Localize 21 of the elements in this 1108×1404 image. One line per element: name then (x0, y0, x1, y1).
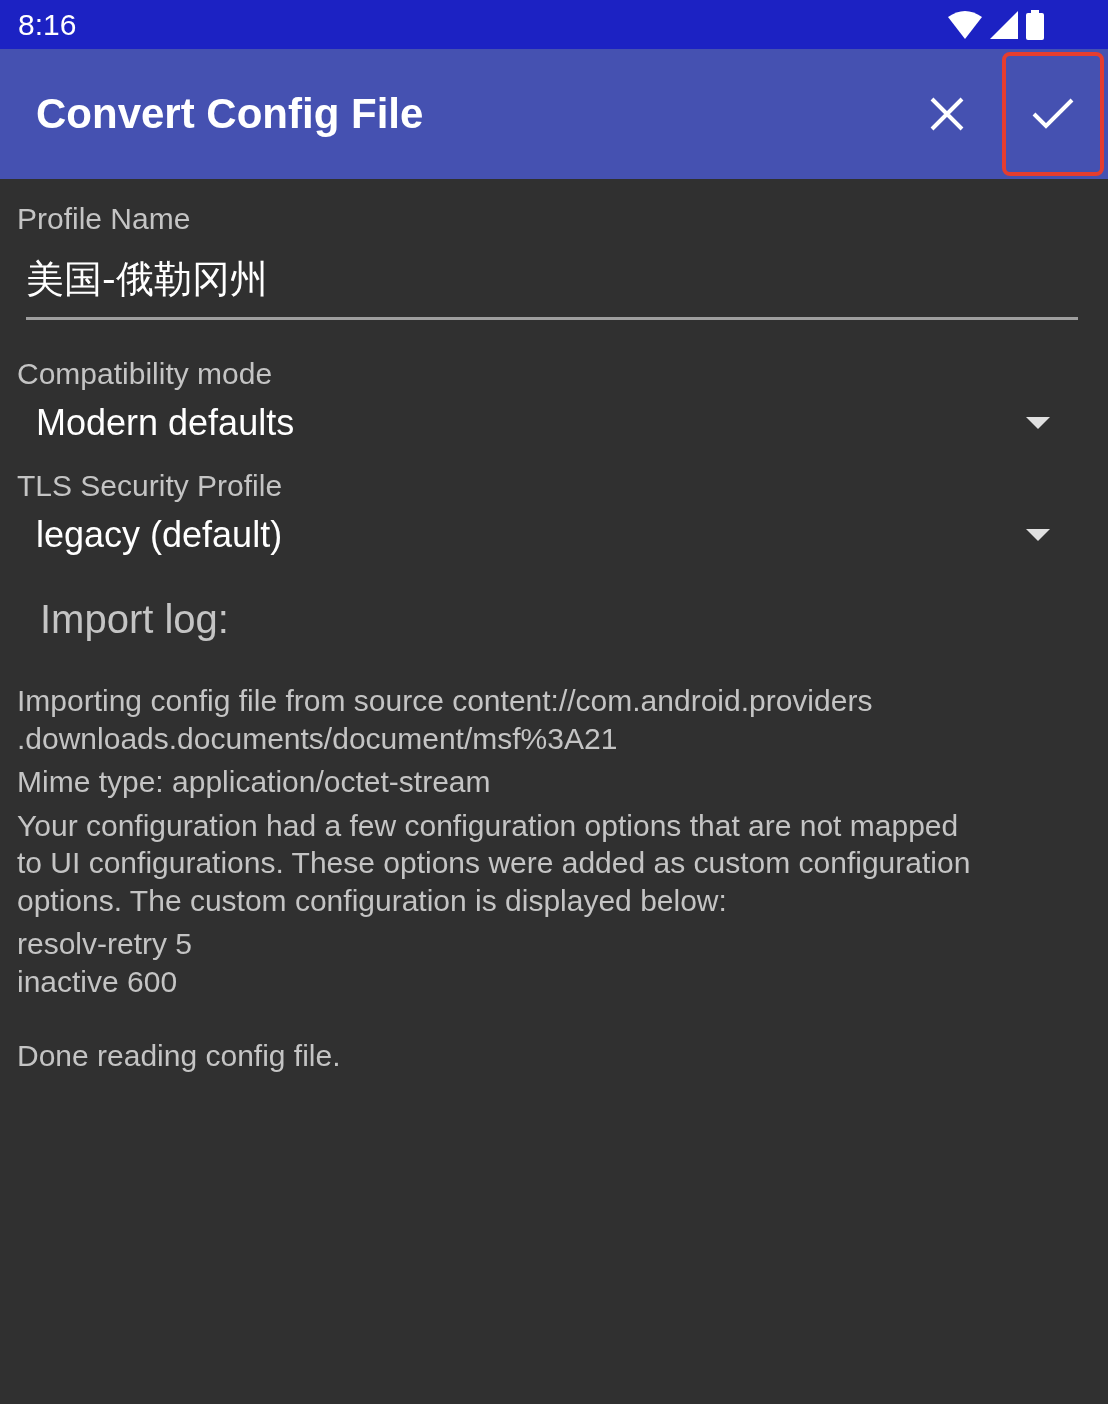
status-time: 8:16 (18, 7, 77, 42)
section-heading: Import log: (40, 596, 230, 643)
profile-name-field[interactable]: 美国-俄勒冈州 (26, 249, 1078, 320)
close-icon (930, 97, 964, 131)
log-text: Mime type: application/octet-stream (17, 764, 492, 800)
dropdown-arrow-icon (1026, 417, 1050, 429)
log-text: Done reading config file. (17, 1038, 342, 1074)
log-text: Your configuration had a few configuration options that are not mapped to UI configurations. These options were added as custom configuration options. The custom configuration is displayed below: (17, 807, 972, 919)
wifi-icon (948, 10, 982, 39)
field-label: TLS Security Profile (17, 468, 284, 504)
log-text: Importing config file from source content://com.android.providers .downloads.documents/document/msf%3A21 (17, 683, 874, 757)
checkmark-icon (1032, 98, 1074, 130)
screen-title: Convert Config File (36, 90, 425, 138)
battery-icon (1026, 9, 1044, 40)
log-text: resolv-retry 5 inactive 600 (17, 926, 194, 1000)
signal-icon (990, 10, 1018, 39)
dropdown[interactable]: legacy (default) (17, 506, 1078, 564)
field-label: Compatibility mode (17, 356, 274, 392)
dropdown[interactable]: Modern defaults (17, 394, 1078, 452)
dropdown-arrow-icon (1026, 529, 1050, 541)
field-label: Profile Name (17, 201, 192, 237)
